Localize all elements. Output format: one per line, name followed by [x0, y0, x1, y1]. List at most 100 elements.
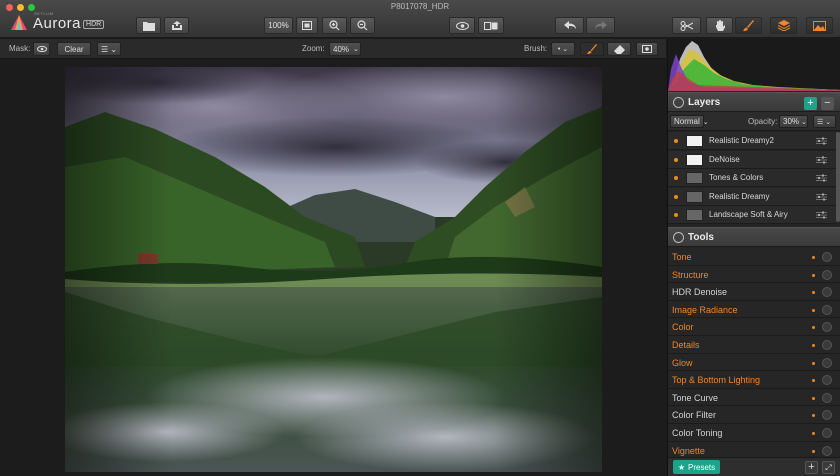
eraser-icon: [613, 44, 625, 54]
tool-name: Color Filter: [672, 410, 717, 421]
layer-mask-thumbnail: [686, 190, 703, 203]
app-logo: SKYLUM Aurora HDR: [10, 11, 105, 32]
tool-status-dot: [812, 308, 815, 312]
layers-scrollbar[interactable]: [836, 132, 840, 222]
layer-options: Normal ⌄ Opacity: 30% ⌄ ☰ ⌄: [668, 112, 840, 131]
tool-expand-icon[interactable]: [822, 252, 832, 262]
zoom-out-button[interactable]: [350, 17, 375, 34]
layer-visibility-dot[interactable]: [674, 139, 678, 143]
tool-status-dot: [812, 291, 815, 295]
layer-row[interactable]: DeNoise: [668, 150, 836, 169]
brush-icon: [587, 44, 597, 54]
app-badge: HDR: [83, 19, 105, 29]
tool-expand-icon[interactable]: [822, 287, 832, 298]
undo-button[interactable]: [555, 17, 584, 34]
layer-settings-icon[interactable]: [816, 156, 827, 164]
layer-row[interactable]: Tones & Colors: [668, 169, 836, 188]
tool-name: Tone: [672, 252, 692, 262]
preview-button[interactable]: [449, 17, 475, 34]
tool-row[interactable]: Image Radiance: [668, 300, 840, 319]
fit-screen-button[interactable]: [296, 17, 318, 34]
paint-brush-button[interactable]: [580, 42, 604, 56]
layer-row[interactable]: Landscape Soft & Airy: [668, 206, 836, 225]
tool-row[interactable]: Top & Bottom Lighting: [668, 371, 840, 389]
layer-visibility-dot[interactable]: [674, 157, 678, 162]
tool-row[interactable]: Tone Curve: [668, 388, 840, 407]
layers-view-button[interactable]: [770, 17, 797, 34]
opacity-label: Opacity:: [748, 117, 778, 126]
options-bar: Mask: Clear ☰ ⌄ Zoom: 40% ⌄ Brush: • ⌄: [0, 39, 666, 59]
blend-mode-select[interactable]: Normal ⌄: [670, 115, 709, 128]
redo-icon: [594, 21, 607, 30]
zoom-in-button[interactable]: [322, 17, 347, 34]
tool-row[interactable]: Tone: [668, 248, 840, 266]
tool-expand-icon[interactable]: [822, 357, 832, 368]
tool-expand-icon[interactable]: [822, 410, 832, 421]
tool-expand-icon[interactable]: [822, 428, 832, 438]
tool-expand-icon[interactable]: [822, 322, 832, 333]
layer-visibility-dot[interactable]: [674, 176, 678, 181]
image-canvas[interactable]: [0, 60, 666, 476]
edited-photo[interactable]: [65, 67, 602, 472]
crop-tool-button[interactable]: [672, 17, 701, 34]
tool-name: Vignette: [672, 445, 705, 456]
presets-view-button[interactable]: [806, 17, 833, 34]
tool-row[interactable]: Color: [668, 318, 840, 336]
compare-button[interactable]: [478, 17, 504, 34]
layer-settings-icon[interactable]: [816, 211, 827, 219]
layer-visibility-dot[interactable]: [674, 213, 678, 218]
layer-settings-icon[interactable]: [816, 174, 827, 182]
tool-expand-icon[interactable]: [822, 304, 832, 315]
tool-row[interactable]: HDR Denoise: [668, 283, 840, 301]
layer-settings-icon[interactable]: [816, 193, 827, 201]
layer-settings-icon[interactable]: [816, 137, 827, 145]
eye-icon: [455, 21, 469, 30]
layer-row[interactable]: Realistic Dreamy: [668, 187, 836, 206]
expand-icon[interactable]: ⤢: [822, 461, 835, 474]
layer-menu-button[interactable]: ☰ ⌄: [813, 115, 836, 128]
tool-row[interactable]: Glow: [668, 353, 840, 372]
add-tool-button[interactable]: +: [805, 461, 818, 474]
tool-expand-icon[interactable]: [822, 445, 832, 456]
tool-expand-icon[interactable]: [822, 375, 832, 386]
tool-row[interactable]: Details: [668, 336, 840, 354]
redo-button[interactable]: [586, 17, 615, 34]
brush-tool-button[interactable]: [735, 17, 762, 34]
star-icon: ★: [677, 462, 686, 472]
open-file-button[interactable]: [136, 17, 161, 34]
tool-expand-icon[interactable]: [822, 269, 832, 280]
layer-row[interactable]: Realistic Dreamy2: [668, 132, 836, 150]
blend-mode-value: Normal: [674, 117, 700, 126]
layer-name: Landscape Soft & Airy: [709, 210, 788, 220]
share-button[interactable]: [164, 17, 189, 34]
folder-icon: [142, 21, 155, 31]
zoom-select[interactable]: 40% ⌄: [329, 42, 361, 56]
tool-name: Details: [672, 340, 700, 350]
tool-name: Glow: [672, 357, 693, 368]
layer-visibility-dot[interactable]: [674, 194, 678, 199]
tool-status-dot: [812, 326, 815, 330]
window-title: P8017078_HDR: [390, 2, 450, 11]
clear-mask-button[interactable]: Clear: [57, 42, 91, 56]
brush-size-dropdown[interactable]: • ⌄: [551, 42, 575, 56]
brush-size-icon: • ⌄: [557, 46, 569, 53]
tool-row[interactable]: Color Filter: [668, 406, 840, 424]
layers-header[interactable]: Layers + −: [668, 92, 840, 112]
tools-header[interactable]: Tools: [668, 227, 840, 247]
eraser-button[interactable]: [607, 42, 631, 56]
tool-row[interactable]: Structure: [668, 265, 840, 284]
tool-expand-icon[interactable]: [822, 340, 832, 350]
mask-overlay-button[interactable]: [636, 42, 658, 56]
add-layer-button[interactable]: +: [804, 97, 817, 110]
presets-button[interactable]: ★ Presets: [673, 460, 720, 474]
tool-expand-icon[interactable]: [822, 392, 832, 403]
tool-row[interactable]: Color Toning: [668, 424, 840, 442]
mask-visibility-button[interactable]: [33, 42, 50, 56]
remove-layer-button[interactable]: −: [821, 97, 834, 110]
hand-tool-button[interactable]: [706, 17, 733, 34]
mask-options-dropdown[interactable]: ☰ ⌄: [97, 42, 121, 56]
brush-icon: [743, 20, 754, 31]
share-icon: [171, 20, 182, 30]
opacity-select[interactable]: 30% ⌄: [779, 115, 808, 128]
zoom-100-button[interactable]: 100%: [264, 17, 293, 34]
